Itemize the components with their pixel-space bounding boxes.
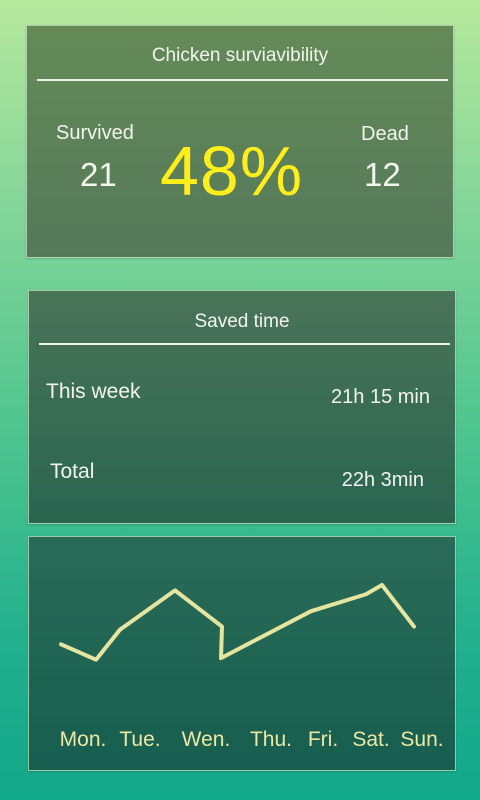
- total-label: Total: [50, 460, 95, 483]
- day-label: Tue.: [119, 728, 160, 751]
- survivability-card: Chicken surviavibility Survived 21 48% D…: [26, 25, 454, 258]
- day-label: Sun.: [400, 728, 443, 751]
- day-label: Fri.: [308, 728, 338, 751]
- total-value: 22h 3min: [341, 469, 424, 491]
- survived-value: 21: [80, 156, 117, 193]
- this-week-label: This week: [46, 380, 141, 403]
- chart-label-layer: Mon. Tue. Wen. Thu. Fri. Sat. Sun.: [60, 728, 444, 751]
- survival-percent: 48%: [160, 132, 304, 210]
- chart-line-layer: [59, 583, 416, 662]
- survivability-title: Chicken surviavibility: [151, 45, 329, 66]
- weekly-series-line: [59, 583, 416, 662]
- day-label: Mon.: [60, 728, 107, 751]
- survived-label: Survived: [56, 122, 134, 144]
- weekly-line-chart: Mon. Tue. Wen. Thu. Fri. Sat. Sun.: [59, 583, 444, 751]
- weekly-chart-card: Mon. Tue. Wen. Thu. Fri. Sat. Sun.: [28, 536, 456, 771]
- day-label: Wen.: [182, 728, 231, 751]
- this-week-value: 21h 15 min: [331, 386, 430, 408]
- saved-time-card: Saved time This week 21h 15 min Total 22…: [28, 290, 456, 524]
- day-label: Sat.: [352, 728, 389, 751]
- dead-value: 12: [364, 156, 401, 193]
- app-screen: { "survivability": { "title": "Chicken s…: [0, 0, 480, 800]
- saved-time-title: Saved time: [194, 311, 290, 332]
- survivability-divider: [37, 79, 448, 81]
- day-label: Thu.: [250, 728, 292, 751]
- dead-label: Dead: [361, 123, 409, 145]
- saved-time-divider: [39, 343, 450, 345]
